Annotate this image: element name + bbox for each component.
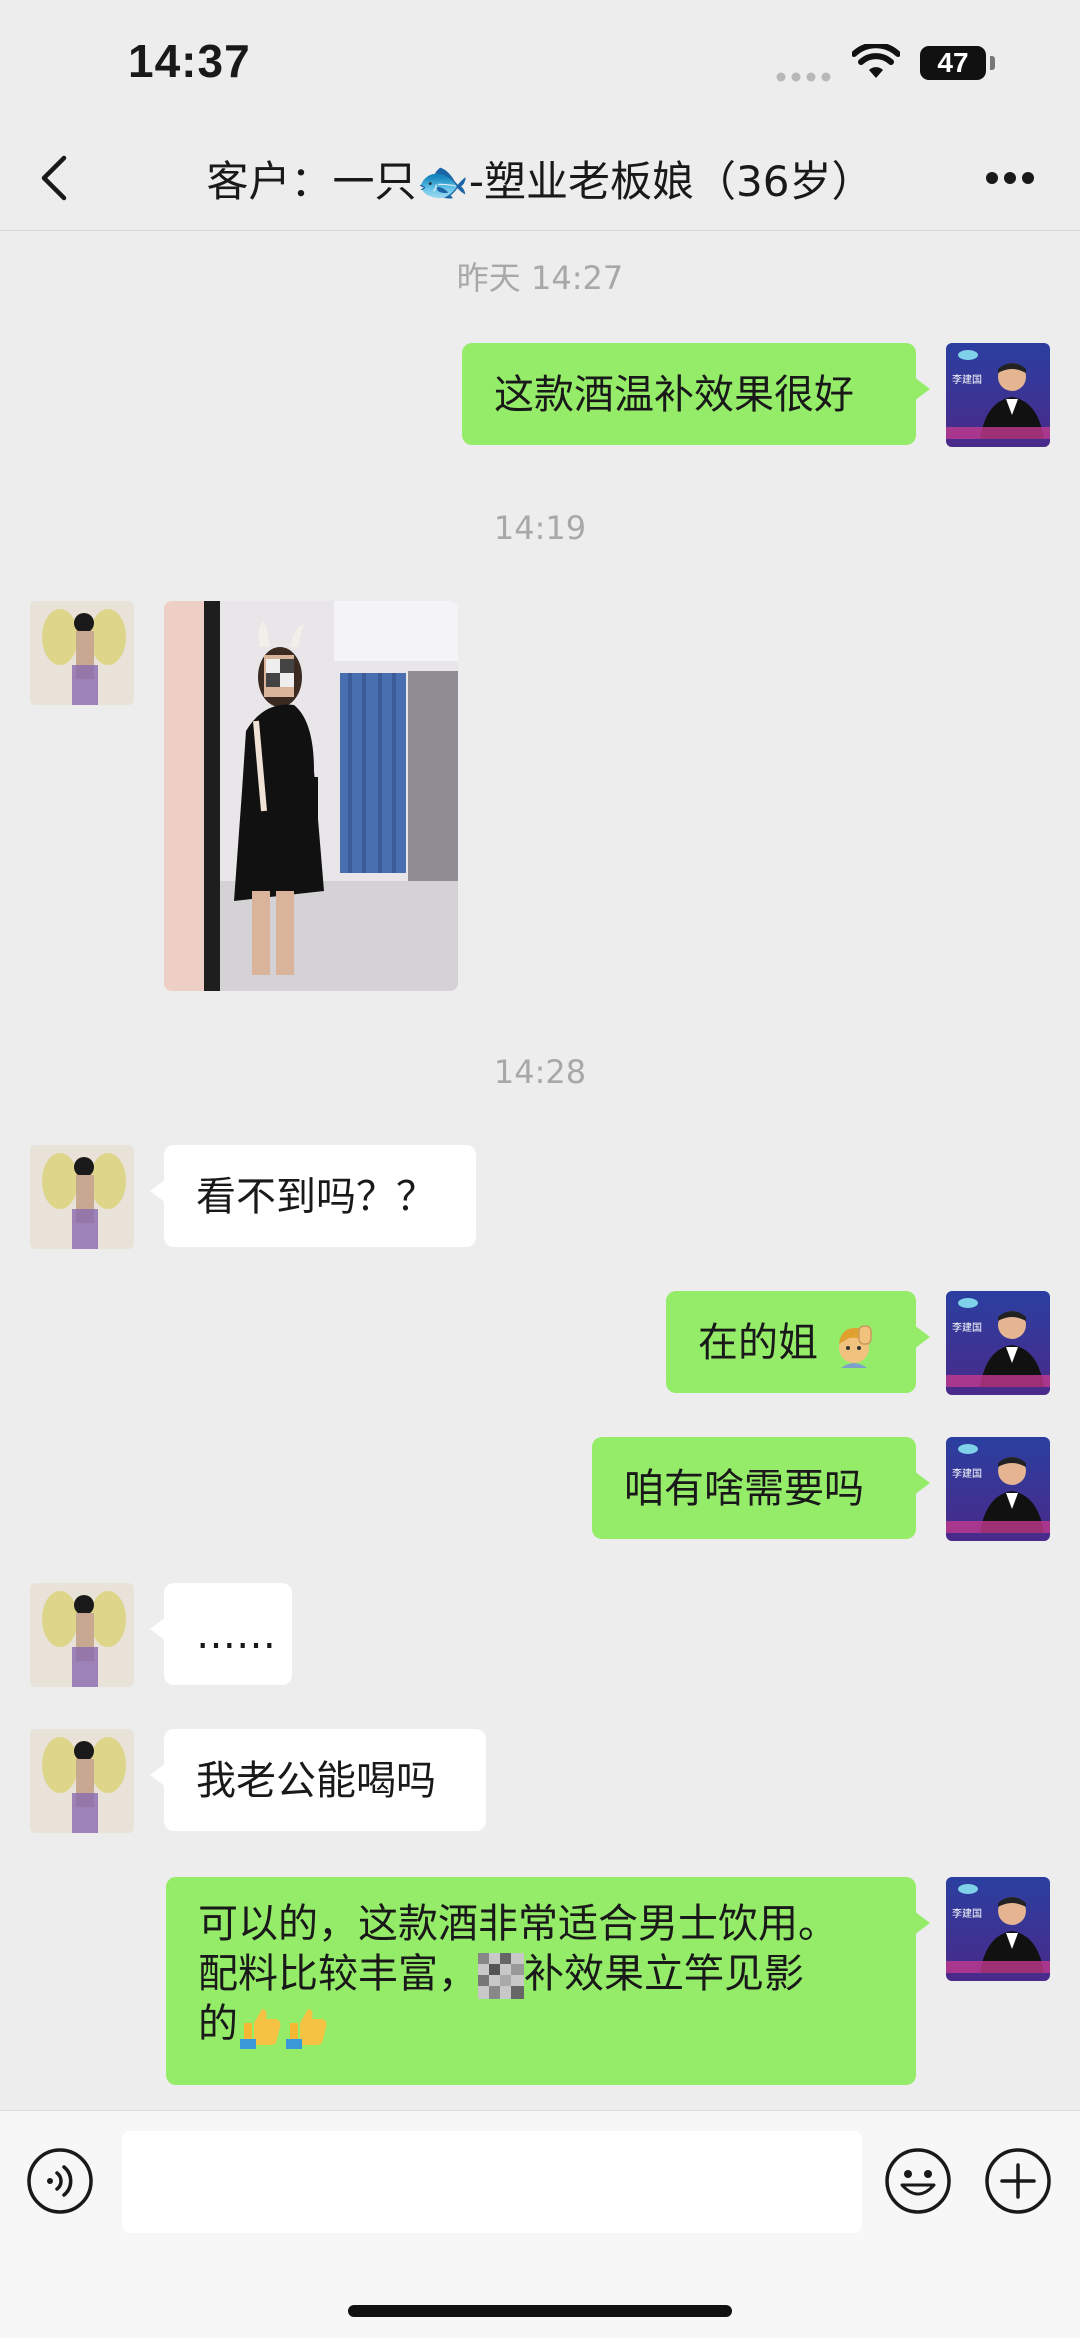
message-bubble-outgoing[interactable]: 咱有啥需要吗 — [592, 1437, 930, 1539]
chat-header: 客户：一只🐟-塑业老板娘（36岁） — [0, 126, 1080, 231]
status-time: 14:37 — [128, 35, 251, 87]
svg-text:李建国: 李建国 — [952, 373, 982, 386]
battery-icon: 47 — [920, 46, 986, 80]
message-bubble-incoming[interactable]: …… — [150, 1583, 292, 1685]
emoji-icon[interactable] — [884, 2147, 952, 2215]
avatar[interactable] — [30, 1729, 134, 1833]
battery-tip — [990, 56, 995, 70]
voice-icon[interactable] — [26, 2147, 94, 2215]
mosaic-censor-icon — [478, 1953, 524, 1999]
message-text-line: 配料比较丰富， 补效果立竿见影 — [198, 1951, 804, 1999]
my-avatar-image: 李建国 — [946, 1291, 1050, 1395]
ellipsis-icon[interactable] — [984, 170, 1036, 186]
message-bubble-outgoing[interactable]: 在的姐 — [666, 1291, 930, 1393]
svg-text:李建国: 李建国 — [952, 1321, 982, 1334]
chat-title: 客户：一只🐟-塑业老板娘（36岁） — [206, 157, 874, 206]
message-timestamp: 14:19 — [493, 509, 587, 547]
message-text-line: 的 — [198, 1999, 884, 2049]
status-bar: 14:37 47 — [0, 0, 1080, 126]
message-bubble-incoming[interactable]: 我老公能喝吗 — [150, 1729, 486, 1831]
contact-avatar-image — [30, 1729, 134, 1833]
thumbs-up-emoji-icon — [240, 2009, 281, 2049]
avatar[interactable]: 李建国 — [946, 1291, 1050, 1395]
message-text: 我老公能喝吗 — [196, 1758, 436, 1804]
message-timestamp: 昨天 14:27 — [456, 259, 624, 297]
message-bubble-incoming[interactable]: 看不到吗？？ — [150, 1145, 476, 1247]
message-text-line: 可以的，这款酒非常适合男士饮用。 — [198, 1901, 838, 1947]
chevron-left-icon[interactable] — [30, 150, 80, 206]
avatar[interactable] — [30, 601, 134, 705]
contact-avatar-image — [30, 1583, 134, 1687]
contact-avatar-image — [30, 1145, 134, 1249]
message-timestamp: 14:28 — [493, 1053, 587, 1091]
my-avatar-image: 李建国 — [946, 343, 1050, 447]
message-bubble-outgoing[interactable]: 这款酒温补效果很好 — [462, 343, 930, 445]
avatar[interactable]: 李建国 — [946, 1437, 1050, 1541]
message-text: 看不到吗？？ — [196, 1174, 436, 1220]
avatar[interactable] — [30, 1583, 134, 1687]
thumbs-up-emoji-icon — [286, 2009, 327, 2049]
plus-icon[interactable] — [984, 2147, 1052, 2215]
message-text: 这款酒温补效果很好 — [494, 372, 854, 418]
avatar[interactable] — [30, 1145, 134, 1249]
input-bar — [0, 2110, 1080, 2338]
message-text: 在的姐 — [698, 1320, 818, 1366]
avatar[interactable]: 李建国 — [946, 343, 1050, 447]
image-message[interactable] — [164, 601, 458, 991]
message-list[interactable]: 昨天 14:27 这款酒温补效果很好 李建国 14:19 14:28 看不到吗？… — [0, 231, 1080, 2109]
message-text: 咱有啥需要吗 — [624, 1466, 864, 1512]
wifi-icon — [852, 44, 900, 78]
message-input[interactable] — [122, 2131, 862, 2233]
cellular-signal-icon — [776, 72, 831, 82]
svg-text:李建国: 李建国 — [952, 1467, 982, 1480]
my-avatar-image: 李建国 — [946, 1437, 1050, 1541]
message-text: …… — [196, 1612, 276, 1658]
home-indicator — [348, 2305, 732, 2317]
contact-avatar-image — [30, 601, 134, 705]
avatar[interactable]: 李建国 — [946, 1877, 1050, 1981]
salute-emoji-icon — [838, 1325, 872, 1368]
message-bubble-outgoing[interactable]: 可以的，这款酒非常适合男士饮用。 配料比较丰富， 补效果立竿见影 的 — [166, 1877, 930, 2085]
my-avatar-image: 李建国 — [946, 1877, 1050, 1981]
photo-thumbnail — [164, 601, 458, 991]
svg-text:李建国: 李建国 — [952, 1907, 982, 1920]
